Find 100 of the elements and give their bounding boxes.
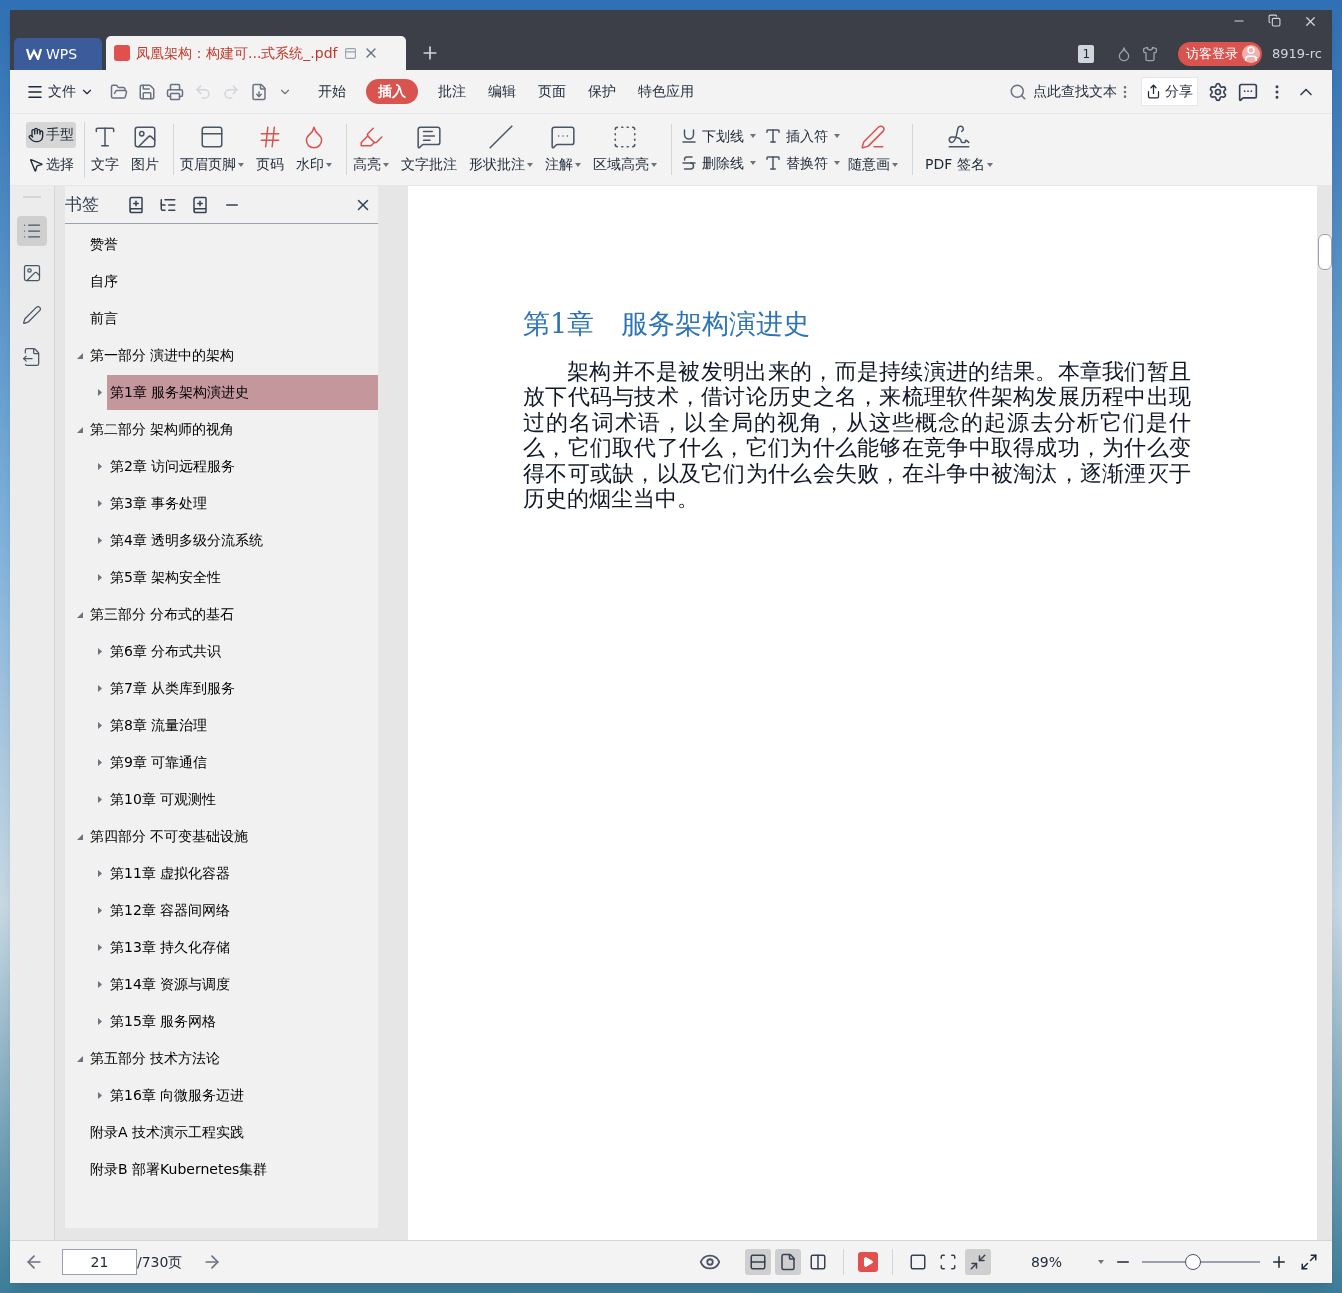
zoom-in-icon[interactable] — [1270, 1253, 1288, 1271]
ribbon-tab[interactable]: 保护 — [586, 81, 618, 102]
select-tool-button[interactable]: 选择 — [26, 151, 76, 178]
expand-arrow-icon[interactable] — [98, 389, 102, 396]
expand-arrow-icon[interactable] — [98, 1018, 102, 1025]
expand-arrow-icon[interactable] — [98, 463, 102, 470]
toolbar-button[interactable]: 形状批注 — [463, 124, 539, 175]
toolbar-button[interactable]: 下划线 — [680, 125, 756, 147]
bookmark-item[interactable]: 第11章 虚拟化容器 — [107, 856, 378, 891]
expand-arrow-icon[interactable] — [98, 500, 102, 507]
toolbar-button[interactable]: 水印 — [290, 124, 338, 175]
toolbar-button[interactable]: 页码 — [250, 124, 290, 175]
toolbar-button[interactable]: 删除线 — [680, 152, 756, 174]
collapse-arrow-icon[interactable] — [77, 611, 83, 618]
skin-icon[interactable] — [1116, 46, 1132, 62]
ribbon-tab[interactable]: 批注 — [436, 81, 468, 102]
bookmark-item[interactable]: 第3章 事务处理 — [107, 486, 378, 521]
bookmark-item[interactable]: 第1章 服务架构演进史 — [107, 375, 378, 410]
zoom-slider-thumb[interactable] — [1184, 1254, 1201, 1270]
bookmark-item[interactable]: 第五部分 技术方法论 — [87, 1041, 378, 1076]
bookmark-item[interactable]: 第三部分 分布式的基石 — [87, 597, 378, 632]
ribbon-tab[interactable]: 编辑 — [486, 81, 518, 102]
slideshow-button[interactable] — [857, 1252, 878, 1272]
ribbon-tab[interactable]: 开始 — [316, 81, 348, 102]
toolbar-button[interactable]: 高亮 — [347, 124, 395, 175]
find-text-field[interactable]: 点此查找文本 — [1033, 81, 1117, 102]
window-count-badge[interactable]: 1 — [1078, 45, 1094, 63]
expand-arrow-icon[interactable] — [98, 981, 102, 988]
continuous-view-icon[interactable] — [744, 1249, 771, 1275]
bookmark-item[interactable]: 第6章 分布式共识 — [107, 634, 378, 669]
expand-arrow-icon[interactable] — [98, 870, 102, 877]
expand-arrow-icon[interactable] — [98, 944, 102, 951]
expand-all-icon[interactable] — [127, 195, 145, 214]
scrollbar-thumb[interactable] — [1317, 234, 1332, 270]
open-icon[interactable] — [110, 82, 128, 101]
fit-width-icon[interactable] — [964, 1249, 991, 1275]
collapse-arrow-icon[interactable] — [77, 352, 83, 359]
toolbar-button[interactable]: 图片 — [125, 124, 165, 175]
bookmark-item[interactable]: 第7章 从类库到服务 — [107, 671, 378, 706]
bookmark-item[interactable]: 第8章 流量治理 — [107, 708, 378, 743]
expand-arrow-icon[interactable] — [98, 722, 102, 729]
expand-arrow-icon[interactable] — [98, 1092, 102, 1099]
bookmark-item[interactable]: 第10章 可观测性 — [107, 782, 378, 817]
expand-arrow-icon[interactable] — [98, 907, 102, 914]
expand-arrow-icon[interactable] — [98, 537, 102, 544]
toolbar-button[interactable]: 随意画 — [840, 124, 913, 175]
save-icon[interactable] — [138, 82, 156, 101]
document-tab[interactable]: 凤凰架构：构建可...式系统_.pdf — [106, 36, 406, 70]
login-button[interactable]: 访客登录 — [1178, 42, 1262, 66]
print-icon[interactable] — [166, 82, 184, 101]
bookmark-item[interactable]: 第4章 透明多级分流系统 — [107, 523, 378, 558]
bookmark-item[interactable]: 第15章 服务网格 — [107, 1004, 378, 1039]
hand-tool-button[interactable]: 手型 — [26, 121, 76, 148]
bookmark-item[interactable]: 前言 — [87, 301, 378, 336]
toolbar-button[interactable]: 文字批注 — [395, 124, 463, 175]
expand-arrow-icon[interactable] — [98, 796, 102, 803]
bookmark-item[interactable]: 第14章 资源与调度 — [107, 967, 378, 1002]
expand-arrow-icon[interactable] — [98, 574, 102, 581]
close-icon[interactable] — [1303, 14, 1318, 29]
bookmark-item[interactable]: 自序 — [87, 264, 378, 299]
home-tab[interactable]: WPS — [14, 38, 102, 70]
bookmark-item[interactable]: 第一部分 演进中的架构 — [87, 338, 378, 373]
pin-icon[interactable] — [343, 46, 357, 60]
search-icon[interactable] — [1009, 82, 1027, 101]
collapse-arrow-icon[interactable] — [77, 1055, 83, 1062]
toolbar-button[interactable]: 替换符 — [764, 152, 840, 174]
fullscreen-icon[interactable] — [1300, 1253, 1318, 1271]
single-page-icon[interactable] — [774, 1249, 801, 1275]
collapse-arrow-icon[interactable] — [77, 833, 83, 840]
bookmark-item[interactable]: 第16章 向微服务迈进 — [107, 1078, 378, 1113]
bookmark-item[interactable]: 赞誉 — [87, 227, 378, 262]
share-button[interactable]: 分享 — [1141, 77, 1198, 106]
page-number-field[interactable]: 21 — [62, 1249, 137, 1275]
ribbon-tab[interactable]: 特色应用 — [636, 81, 696, 102]
collapse-arrow-icon[interactable] — [77, 426, 83, 433]
toolbar-button[interactable]: 注解 — [539, 124, 587, 175]
bookmark-item[interactable]: 第13章 持久化存储 — [107, 930, 378, 965]
toolbar-button[interactable]: 区域高亮 — [587, 124, 663, 175]
bookmark-item[interactable]: 第9章 可靠通信 — [107, 745, 378, 780]
bookmark-item[interactable]: 第5章 架构安全性 — [107, 560, 378, 595]
bookmark-item[interactable]: 第2章 访问远程服务 — [107, 449, 378, 484]
ribbon-tab[interactable]: 插入 — [366, 79, 418, 104]
file-menu[interactable]: 文件 — [26, 81, 94, 102]
add-bookmark-icon[interactable] — [191, 195, 209, 214]
maximize-icon[interactable] — [1268, 14, 1281, 27]
toolbar-button[interactable]: 页眉页脚 — [174, 124, 250, 175]
outline-icon[interactable] — [17, 216, 47, 246]
bookmark-item[interactable]: 附录B 部署Kubernetes集群 — [87, 1152, 378, 1187]
settings-icon[interactable] — [1208, 81, 1228, 102]
bookmark-item[interactable]: 第12章 容器间网络 — [107, 893, 378, 928]
bookmark-item[interactable]: 第二部分 架构师的视角 — [87, 412, 378, 447]
feedback-icon[interactable] — [1238, 81, 1258, 102]
shirt-icon[interactable] — [1142, 46, 1158, 62]
bookmark-item[interactable]: 第四部分 不可变基础设施 — [87, 819, 378, 854]
expand-arrow-icon[interactable] — [98, 648, 102, 655]
expand-arrow-icon[interactable] — [98, 759, 102, 766]
export-icon[interactable] — [250, 82, 268, 101]
toolbar-button[interactable]: PDF 签名 — [913, 124, 1005, 175]
expand-arrow-icon[interactable] — [98, 685, 102, 692]
bookmark-item[interactable]: 附录A 技术演示工程实践 — [87, 1115, 378, 1150]
